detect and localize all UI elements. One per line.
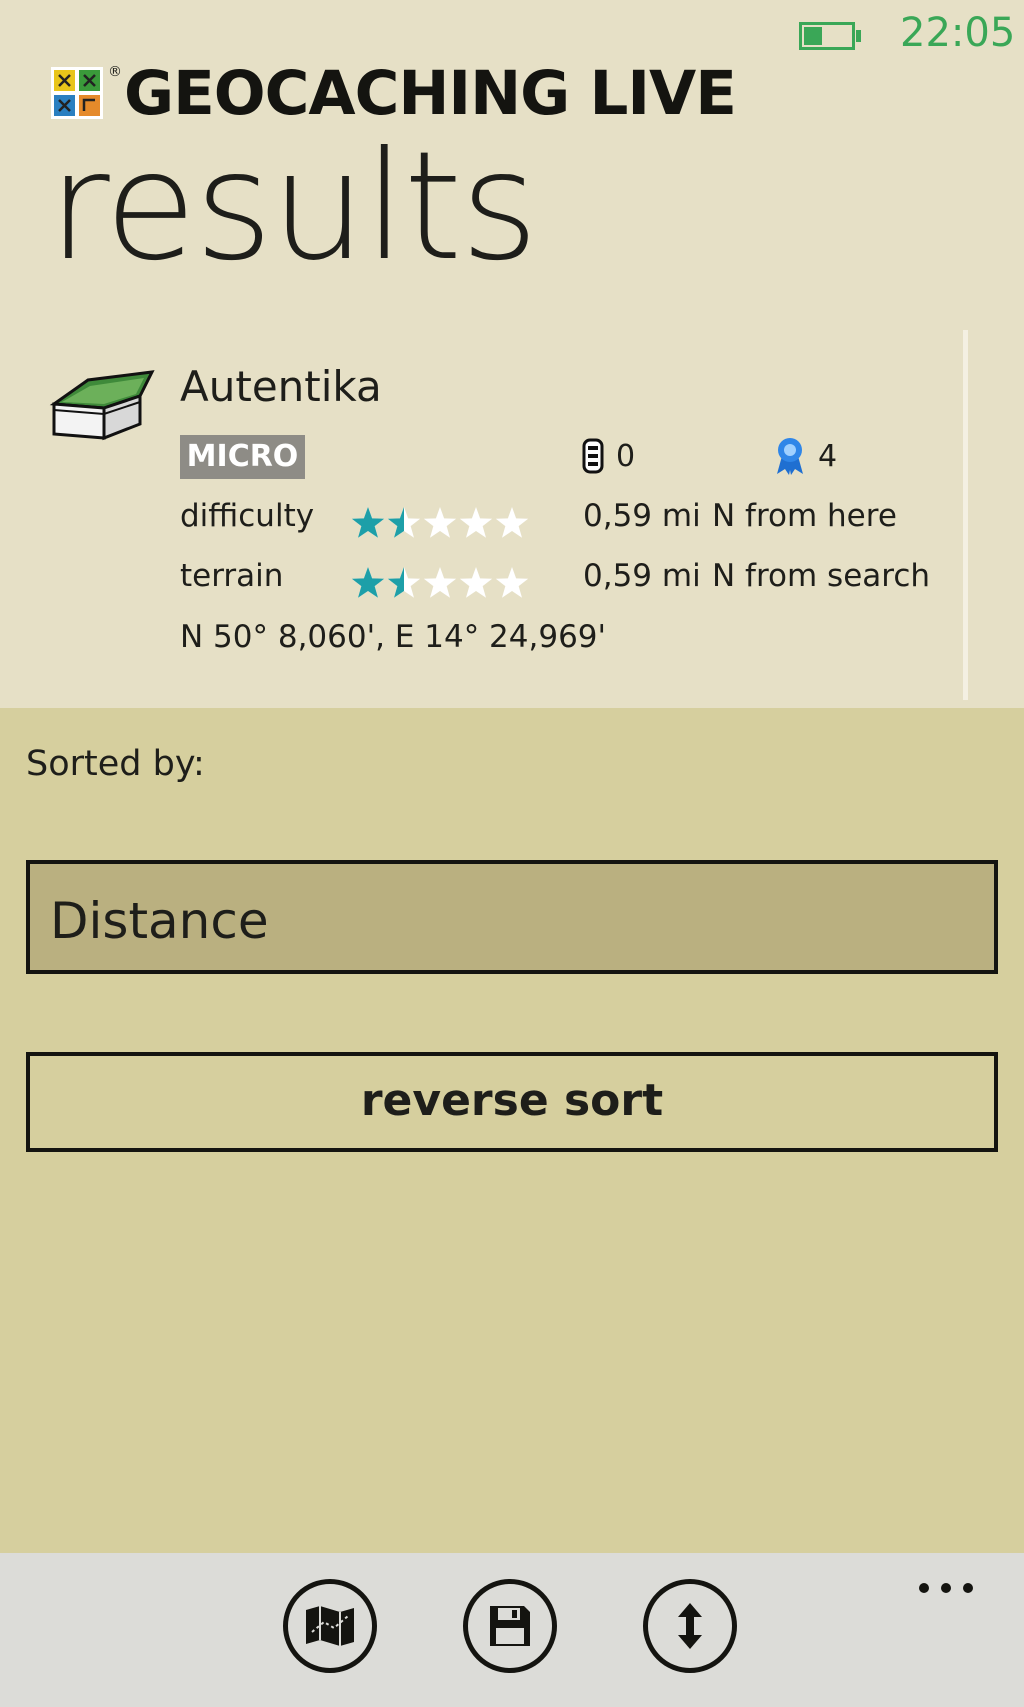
map-button[interactable] xyxy=(283,1579,377,1673)
list-scrollbar[interactable] xyxy=(963,330,968,700)
reverse-sort-button[interactable]: reverse sort xyxy=(26,1052,998,1152)
difficulty-star-4 xyxy=(459,507,493,538)
difficulty-label: difficulty xyxy=(180,498,315,534)
terrain-star-1 xyxy=(351,567,385,598)
battery-icon xyxy=(799,22,861,50)
micro-container-icon xyxy=(49,370,155,441)
cache-name[interactable]: Autentika xyxy=(180,362,382,411)
direction-from-search: N from search xyxy=(712,558,931,594)
distance-from-search: 0,59 mi xyxy=(583,558,701,594)
sort-select[interactable]: Distance xyxy=(26,860,998,974)
direction-from-here: N from here xyxy=(712,498,897,534)
terrain-label: terrain xyxy=(180,558,284,594)
favorite-ribbon-icon xyxy=(777,438,803,475)
registered-mark: ® xyxy=(108,64,122,80)
difficulty-star-5 xyxy=(495,507,529,538)
status-time: 22:05 xyxy=(900,10,1016,56)
sort-button[interactable] xyxy=(643,1579,737,1673)
terrain-star-4 xyxy=(459,567,493,598)
page-title: results xyxy=(48,120,539,294)
difficulty-star-1 xyxy=(351,507,385,538)
trackable-count: 0 xyxy=(616,439,636,474)
map-icon xyxy=(306,1606,354,1646)
distance-from-here: 0,59 mi xyxy=(583,498,701,534)
geocaching-logo-icon xyxy=(51,67,103,119)
sort-icon xyxy=(678,1603,702,1649)
cache-coordinates: N 50° 8,060', E 14° 24,969' xyxy=(180,619,607,655)
trackable-icon xyxy=(582,438,604,474)
terrain-star-3 xyxy=(423,567,457,598)
terrain-star-2 xyxy=(387,567,421,598)
save-button[interactable] xyxy=(463,1579,557,1673)
save-icon xyxy=(490,1606,530,1646)
sorted-by-label: Sorted by: xyxy=(26,744,205,784)
difficulty-stars xyxy=(351,507,529,538)
favorite-count: 4 xyxy=(818,439,838,474)
more-icon[interactable] xyxy=(917,1583,977,1595)
terrain-stars xyxy=(351,567,529,598)
terrain-star-5 xyxy=(495,567,529,598)
cache-size-badge: MICRO xyxy=(180,435,305,479)
sort-selected-value: Distance xyxy=(50,892,269,950)
app-title: GEOCACHING LIVE xyxy=(124,58,737,129)
difficulty-star-2 xyxy=(387,507,421,538)
difficulty-star-3 xyxy=(423,507,457,538)
